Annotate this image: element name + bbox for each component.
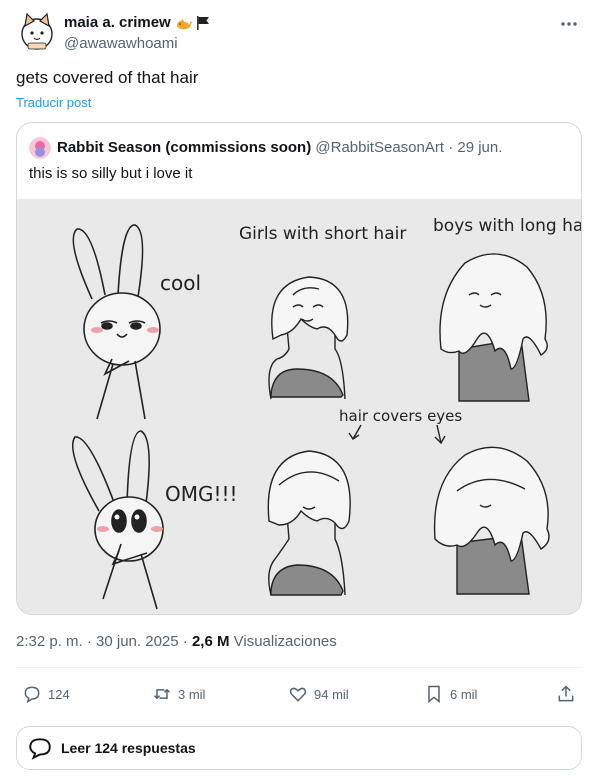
quoted-separator: · (448, 139, 454, 156)
author-display-name[interactable]: maia a. crimew (64, 14, 211, 31)
translate-post-link[interactable]: Traducir post (16, 95, 91, 110)
quoted-post-image[interactable]: cool OMG!!! Girls with short hair boys w… (17, 199, 582, 614)
read-replies-button[interactable]: Leer 124 respuestas (16, 726, 582, 770)
bookmark-button[interactable]: 6 mil (424, 680, 477, 708)
repost-icon (153, 688, 171, 700)
boys-label: boys with long hair (433, 216, 582, 236)
tweet-actions: 124 3 mil 94 mil 6 mil (16, 680, 582, 708)
share-button[interactable] (556, 680, 576, 708)
bookmark-icon (428, 685, 440, 704)
views-label: Visualizaciones (233, 633, 337, 650)
like-button[interactable]: 94 mil (288, 680, 349, 708)
black-flag-emoji (196, 15, 209, 30)
author-avatar[interactable] (19, 12, 55, 52)
more-options-icon[interactable] (558, 16, 580, 32)
quoted-author-avatar (29, 137, 51, 159)
meta-separator: · (182, 633, 188, 650)
heart-icon (289, 687, 307, 702)
quoted-display-name: Rabbit Season (commissions soon) (57, 139, 312, 156)
share-icon (558, 685, 574, 702)
repost-button[interactable]: 3 mil (152, 680, 205, 708)
tweet-meta: 2:32 p. m. · 30 jun. 2025 · 2,6 M Visual… (16, 633, 337, 650)
author-name-text: maia a. crimew (64, 14, 171, 31)
speech-bubble-icon (29, 738, 51, 760)
tweet-text: gets covered of that hair (16, 68, 199, 87)
covers-label: hair covers eyes (339, 407, 462, 425)
bookmark-count: 6 mil (450, 686, 478, 702)
quoted-post-header: Rabbit Season (commissions soon) @Rabbit… (57, 139, 502, 156)
cool-label: cool (160, 271, 201, 295)
quoted-handle: @RabbitSeasonArt (315, 139, 445, 156)
author-handle[interactable]: @awawawhoami (64, 35, 178, 52)
name-emojis (175, 15, 211, 31)
reply-count: 124 (48, 686, 70, 702)
views-count: 2,6 M (191, 633, 230, 650)
reply-button[interactable]: 124 (22, 680, 70, 708)
quoted-date: 29 jun. (457, 139, 503, 156)
actions-divider (16, 667, 582, 668)
cat-emoji (176, 18, 192, 29)
tweet-header: maia a. crimew @awawawhoami (16, 10, 582, 54)
girls-label: Girls with short hair (239, 224, 406, 244)
repost-count: 3 mil (178, 686, 206, 702)
quoted-post[interactable]: Rabbit Season (commissions soon) @Rabbit… (16, 122, 582, 615)
read-replies-label: Leer 124 respuestas (61, 740, 196, 756)
quoted-post-text: this is so silly but i love it (29, 165, 193, 182)
reply-icon (24, 686, 40, 704)
omg-label: OMG!!! (165, 482, 238, 506)
tweet-timestamp[interactable]: 2:32 p. m. · 30 jun. 2025 (16, 633, 179, 650)
like-count: 94 mil (314, 686, 349, 702)
